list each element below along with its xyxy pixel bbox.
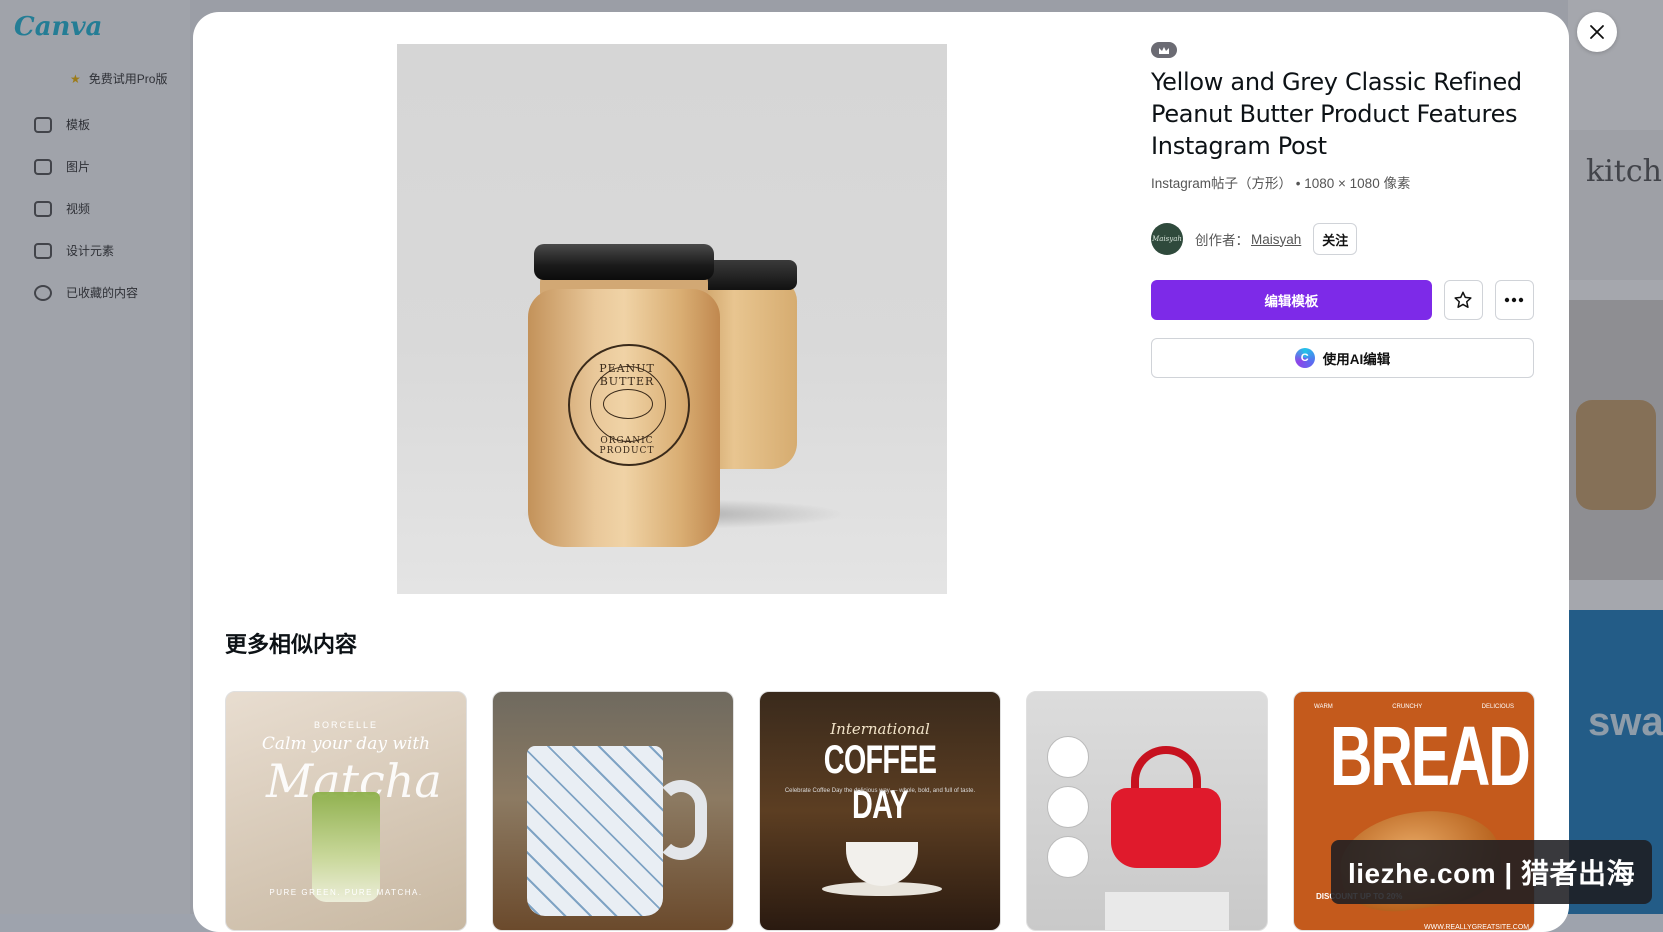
card-body-text: Celebrate Coffee Day the delicious way —… [784,788,976,794]
card-url-text: WWW.REALLYGREATSITE.COM [1424,924,1530,931]
template-info-panel: Yellow and Grey Classic Refined Peanut B… [1151,42,1534,378]
author-prefix: 创作者： [1195,233,1249,248]
template-meta: Instagram帖子（方形） • 1080 × 1080 像素 [1151,176,1411,191]
feature-badge-icon [1047,736,1089,778]
mug-handle [655,780,707,860]
edit-with-ai-button[interactable]: C 使用AI编辑 [1151,338,1534,378]
similar-section-title: 更多相似内容 [225,632,358,657]
star-outline-icon [1454,291,1472,308]
crown-icon [1159,46,1169,54]
similar-template-card[interactable] [1026,691,1268,931]
author-link[interactable]: Maisyah [1251,232,1301,247]
close-button[interactable] [1577,12,1617,52]
coffee-cup-image [846,842,918,886]
close-icon [1590,25,1604,39]
template-title: Yellow and Grey Classic Refined Peanut B… [1151,68,1522,160]
card-script-text: International [830,720,930,738]
peanut-illustration [603,389,653,419]
shield-badge-icon [1047,786,1089,828]
matcha-cup-image [312,792,380,902]
card-brand-text: BORCELLE [313,720,379,730]
check-badge-icon [1047,836,1089,878]
mug-image [527,746,663,916]
jar-label-bottom-text: ORGANIC PRODUCT [599,436,655,456]
card-headline: COFFEE DAY [823,738,937,827]
avatar[interactable]: Maisyah [1151,223,1183,255]
card-script-text: Calm your day with [261,734,431,754]
more-button[interactable] [1494,280,1534,320]
more-dots-icon [1505,297,1524,303]
card-headline: BREAD [1330,709,1531,803]
similar-template-card[interactable] [492,691,734,931]
similar-template-card[interactable]: International COFFEE DAY Celebrate Coffe… [759,691,1001,931]
pro-badge [1151,42,1177,58]
watermark: liezhe.com | 猎者出海 [1331,840,1652,904]
canva-ai-icon: C [1294,348,1315,368]
author-row: Maisyah 创作者： Maisyah 关注 [1151,222,1534,256]
favorite-button[interactable] [1443,280,1483,320]
card-footer-text: PURE GREEN. PURE MATCHA. [269,888,423,897]
handbag-image [1111,788,1221,868]
action-row: 编辑模板 [1151,280,1534,320]
edit-template-button[interactable]: 编辑模板 [1151,280,1432,320]
pedestal [1105,892,1229,930]
follow-button[interactable]: 关注 [1313,223,1358,255]
jar-label-top-text: PEANUT BUTTER [599,362,655,388]
edit-with-ai-label: 使用AI编辑 [1322,352,1391,367]
template-preview-image: PEANUT BUTTER ORGANIC PRODUCT [397,44,947,594]
front-jar-lid [534,244,714,280]
similar-template-card[interactable]: BORCELLE Calm your day with Matcha PURE … [225,691,467,931]
